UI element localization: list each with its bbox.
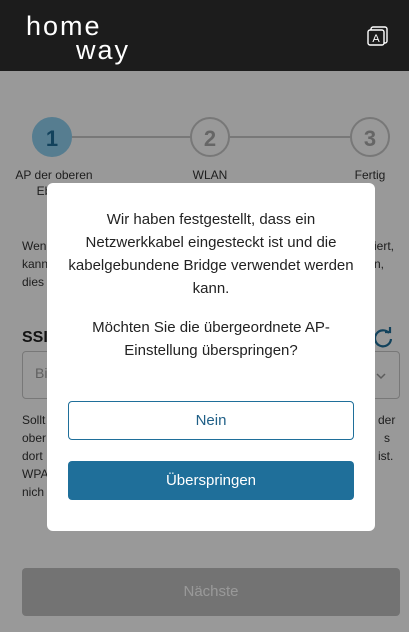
language-a-icon[interactable]: A (367, 26, 389, 46)
app-header: home way A (0, 0, 409, 71)
svg-text:A: A (372, 33, 380, 45)
skip-button[interactable]: Überspringen (68, 461, 354, 500)
dialog-question: Möchten Sie die übergeordnete AP-Einstel… (92, 319, 330, 359)
dialog-message: Wir haben festgestellt, dass ein Netzwer… (68, 211, 354, 297)
skip-ap-dialog: Wir haben festgestellt, dass ein Netzwer… (47, 183, 375, 531)
logo-line-2: way (76, 35, 131, 65)
no-button[interactable]: Nein (68, 401, 354, 440)
